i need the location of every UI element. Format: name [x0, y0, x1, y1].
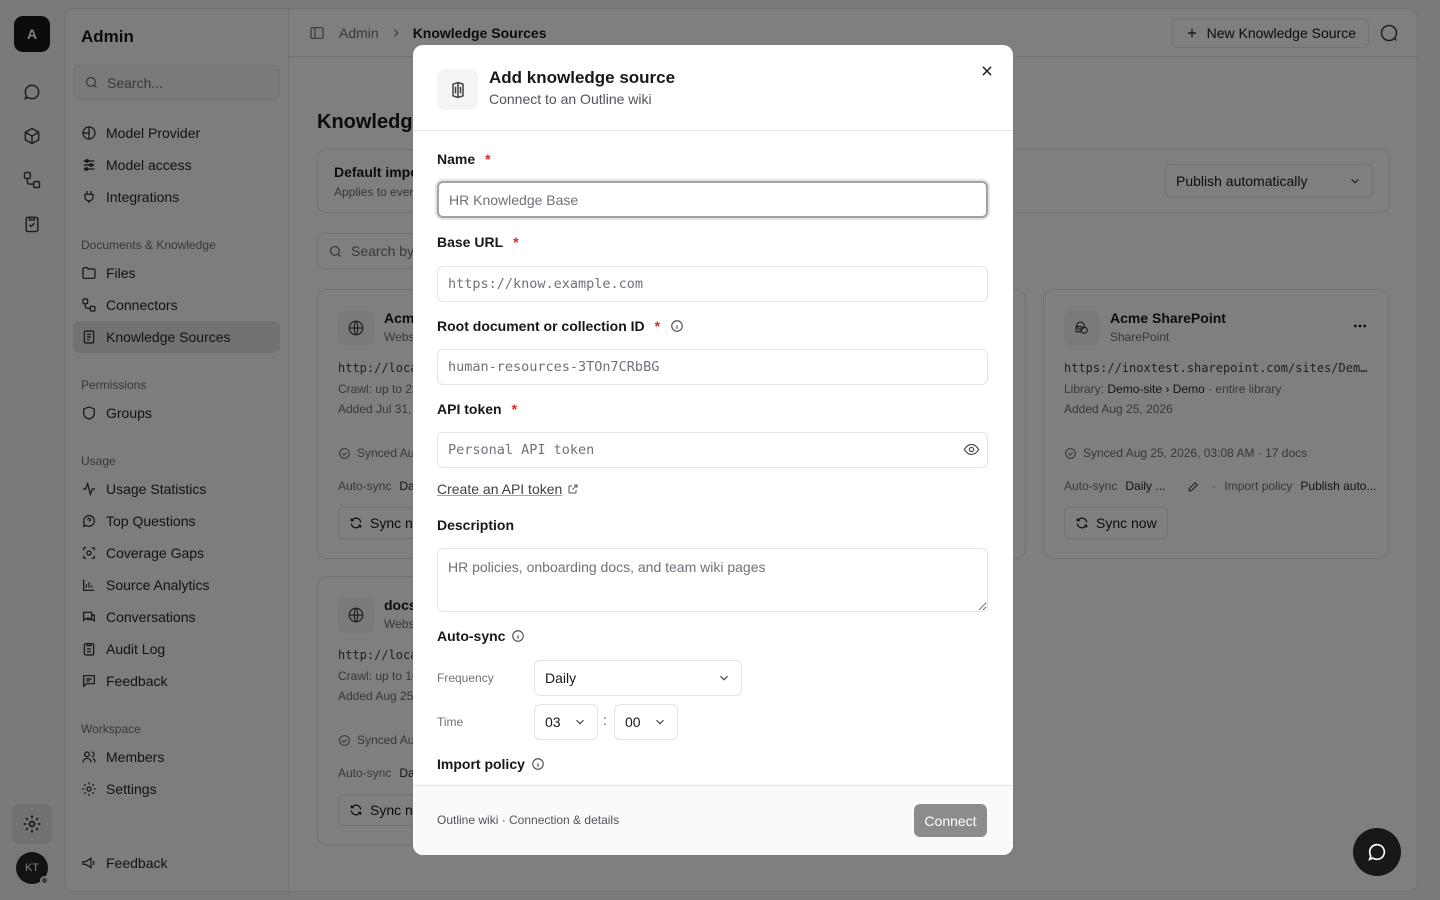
name-input[interactable] [437, 181, 988, 218]
import-policy-label-text: Import policy [437, 756, 525, 772]
create-api-token-text: Create an API token [437, 481, 563, 497]
create-api-token-link[interactable]: Create an API token [437, 481, 579, 497]
minute-value: 00 [625, 714, 641, 730]
time-label: Time [437, 715, 464, 729]
name-label-text: Name [437, 151, 476, 167]
required-mark: * [511, 401, 518, 417]
chat-bubble-icon [1368, 843, 1386, 861]
api-token-label-text: API token [437, 401, 502, 417]
frequency-value: Daily [545, 670, 577, 686]
add-knowledge-source-dialog: Add knowledge source Connect to an Outli… [413, 45, 1013, 855]
description-label: Description [437, 517, 514, 533]
minute-select[interactable]: 00 [614, 704, 678, 740]
dialog-title: Add knowledge source [489, 68, 676, 87]
eye-icon[interactable] [963, 441, 980, 458]
root-id-label-text: Root document or collection ID [437, 318, 645, 334]
footer-info: Outline wiki · Connection & details [437, 813, 620, 827]
info-icon[interactable] [670, 319, 684, 333]
base-url-input[interactable] [437, 266, 988, 302]
connect-button[interactable]: Connect [914, 804, 987, 837]
hour-select[interactable]: 03 [534, 704, 598, 740]
external-link-icon [568, 484, 578, 494]
required-mark: * [513, 234, 519, 250]
description-label-text: Description [437, 517, 515, 533]
close-icon[interactable] [977, 61, 997, 81]
base-url-label-text: Base URL [437, 234, 504, 250]
autosync-label-text: Auto-sync [437, 628, 506, 644]
dialog-subtitle: Connect to an Outline wiki [489, 91, 652, 107]
required-mark: * [485, 151, 491, 167]
frequency-select[interactable]: Daily [534, 660, 742, 696]
info-icon[interactable] [511, 629, 525, 643]
root-id-input[interactable] [437, 349, 988, 385]
name-label: Name * [437, 151, 491, 167]
root-id-label: Root document or collection ID * [437, 318, 684, 334]
frequency-label: Frequency [437, 671, 494, 685]
api-token-input[interactable] [437, 432, 988, 468]
chevron-down-icon [720, 675, 728, 681]
autosync-label: Auto-sync [437, 628, 525, 644]
time-separator: : [603, 712, 607, 728]
chat-launcher-button[interactable] [1353, 828, 1401, 876]
chevron-down-icon [656, 719, 664, 725]
required-mark: * [654, 318, 661, 334]
chevron-down-icon [576, 719, 584, 725]
dialog-header: Add knowledge source Connect to an Outli… [413, 45, 1013, 131]
outline-logo-icon [437, 69, 478, 110]
import-policy-label: Import policy [437, 756, 545, 772]
hour-value: 03 [545, 714, 561, 730]
dialog-footer: Outline wiki · Connection & details Conn… [413, 785, 1013, 855]
api-token-label: API token * [437, 401, 517, 417]
base-url-label: Base URL * [437, 234, 519, 250]
info-icon[interactable] [531, 757, 545, 771]
description-textarea[interactable] [437, 548, 988, 612]
